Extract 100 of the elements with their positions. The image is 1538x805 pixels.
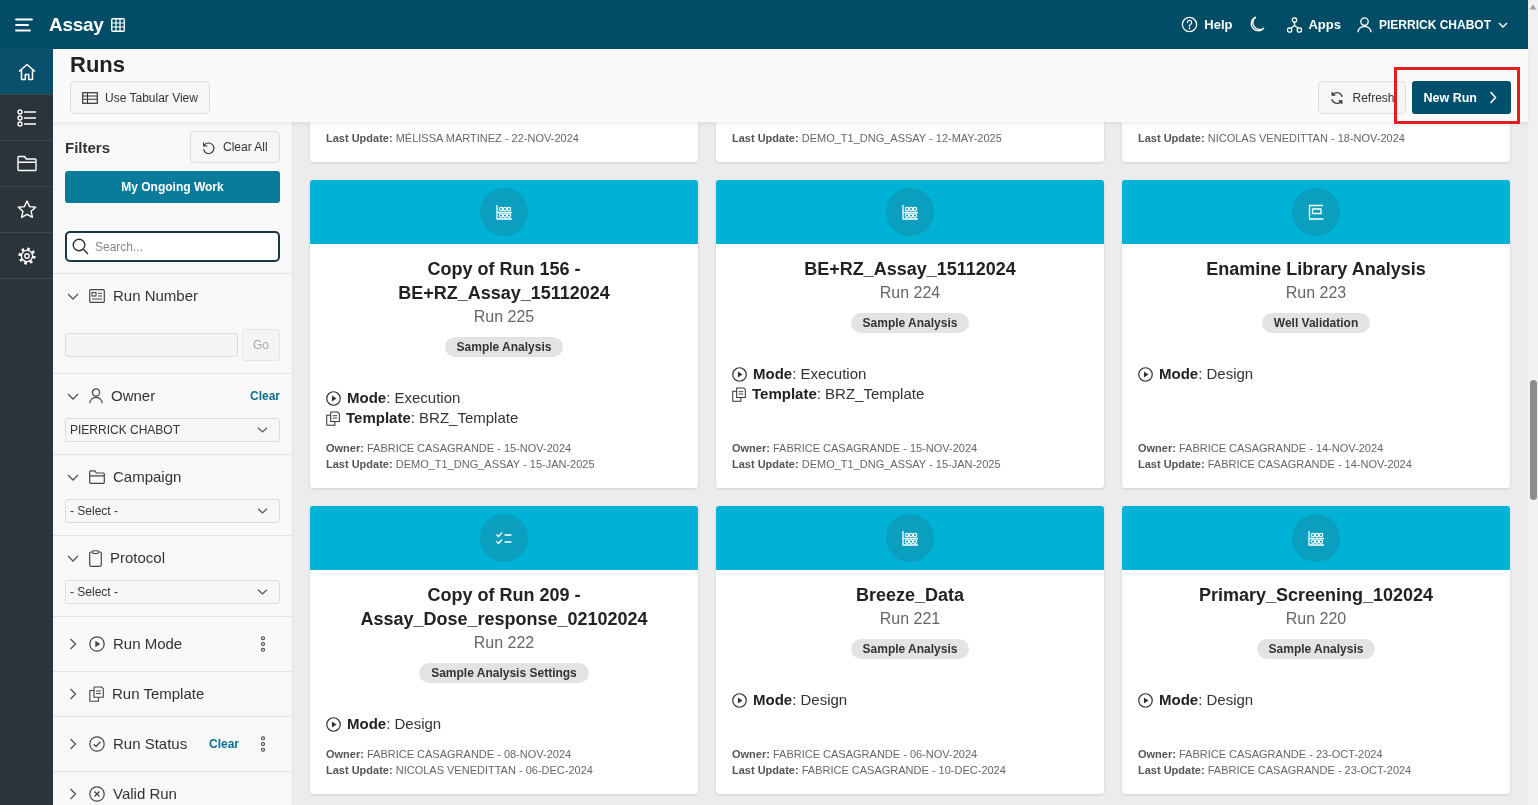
user-icon	[89, 388, 103, 404]
search-field[interactable]: Search...	[65, 231, 280, 262]
filter-section-title[interactable]: Owner	[111, 386, 156, 406]
run-mode-text: Mode: Execution	[753, 364, 867, 384]
filter-section-title[interactable]: Campaign	[113, 467, 182, 487]
chevron-down-icon	[257, 589, 268, 595]
search-icon	[72, 238, 89, 255]
scrollbar-thumb[interactable]	[1529, 380, 1537, 500]
run-type-tag: Sample Analysis	[1256, 639, 1376, 659]
dropdown-field[interactable]: - Select -	[65, 580, 280, 604]
chevron-right-icon[interactable]	[67, 738, 79, 750]
owner-text: Owner: FABRICE CASAGRANDE - 15-NOV-2024	[732, 441, 978, 456]
filters-title: Filters	[65, 138, 110, 156]
owner-text: Owner: FABRICE CASAGRANDE - 08-NOV-2024	[326, 747, 572, 762]
run-card[interactable]: Copy of Run 209 - Assay_Dose_response_02102024 Run 222 Sample Analysis Settings Mode: Design Owner: FABRICE CASAGRANDE - 08-NOV-2024 Last Update: NICOLAS VENEDITTAN - 06-DEC-2024	[310, 506, 698, 794]
filter-section-title[interactable]: Run Status	[113, 734, 188, 754]
run-title: Copy of Run 209 - Assay_Dose_response_02102024	[359, 584, 649, 631]
last-update-text: Last Update: NICOLAS VENEDITTAN - 06-DEC-2024	[326, 763, 593, 778]
last-update-text: Last Update: DEMO_T1_DNG_ASSAY - 15-JAN-2025	[732, 457, 1001, 472]
run-number-field[interactable]	[65, 333, 238, 357]
list-icon	[16, 108, 37, 127]
run-card[interactable]: Last Update: NICOLAS VENEDITTAN - 18-NOV-2024	[1122, 122, 1510, 162]
chevron-right-icon[interactable]	[67, 688, 79, 700]
run-card[interactable]: Last Update: MÉLISSA MARTINEZ - 22-NOV-2024	[310, 122, 698, 162]
refresh-icon	[1329, 89, 1346, 106]
kebab-menu-icon	[260, 636, 266, 652]
my-ongoing-work-button[interactable]: My Ongoing Work	[65, 171, 280, 203]
run-card[interactable]: BE+RZ_Assay_15112024 Run 224 Sample Analysis Mode: Execution Template: BRZ_Template Owner: FABRICE CASAGRANDE - 15-NOV-2024 Last Update: DEMO_T1_DNG_ASSAY - 15-JAN-2025	[716, 180, 1104, 488]
dropdown-field[interactable]: PIERRICK CHABOT	[65, 418, 280, 442]
filter-section-title[interactable]: Run Template	[112, 684, 205, 704]
nav-button[interactable]	[0, 49, 53, 95]
run-number: Run 224	[878, 283, 942, 303]
help-link[interactable]: Help	[1181, 16, 1233, 33]
filter-section-title[interactable]: Run Mode	[113, 634, 183, 654]
run-template-text: Template: BRZ_Template	[752, 384, 925, 404]
app-name: Assay	[49, 13, 104, 36]
chevron-down-icon[interactable]	[67, 554, 79, 562]
clear-link[interactable]: Clear	[208, 737, 239, 751]
run-number: Run 222	[472, 633, 536, 653]
run-mode-text: Mode: Design	[347, 714, 442, 734]
filter-section-title[interactable]: Run Number	[113, 286, 199, 306]
run-mode-text: Mode: Design	[753, 690, 848, 710]
run-title: BE+RZ_Assay_15112024	[803, 258, 1017, 281]
chevron-right-icon	[1489, 91, 1497, 104]
run-template-text: Template: BRZ_Template	[346, 408, 519, 428]
run-number: Run 221	[878, 609, 942, 629]
chevron-right-icon[interactable]	[67, 638, 79, 650]
run-number: Run 220	[1284, 609, 1348, 629]
dark-mode-button[interactable]	[1249, 16, 1266, 33]
last-update-text: Last Update: DEMO_T1_DNG_ASSAY - 12-MAY-2025	[732, 131, 1002, 146]
filter-section-title[interactable]: Valid Run	[113, 784, 177, 804]
chevron-down-icon[interactable]	[67, 392, 79, 400]
chevron-down-icon[interactable]	[67, 292, 79, 300]
run-card[interactable]: Primary_Screening_102024 Run 220 Sample Analysis Mode: Design Owner: FABRICE CASAGRANDE - 23-OCT-2024 Last Update: FABRICE CASAGRANDE - 23-OCT-2024	[1122, 506, 1510, 794]
clear-link[interactable]: Clear	[249, 389, 280, 403]
run-title: Breeze_Data	[854, 584, 966, 607]
help-icon	[1181, 16, 1199, 33]
chevron-down-icon[interactable]	[67, 473, 79, 481]
play-circle-icon	[732, 366, 747, 382]
run-number: Run 223	[1284, 283, 1348, 303]
play-circle-icon	[1138, 692, 1153, 708]
clear-all-button[interactable]: Clear All	[190, 131, 280, 163]
chevron-down-icon	[1498, 21, 1508, 28]
owner-text: Owner: FABRICE CASAGRANDE - 06-NOV-2024	[732, 747, 978, 762]
scrollbar-track[interactable]	[1528, 0, 1538, 805]
folder-icon	[89, 470, 105, 484]
run-title: Copy of Run 156 - BE+RZ_Assay_15112024	[397, 258, 611, 305]
last-update-text: Last Update: FABRICE CASAGRANDE - 14-NOV-2024	[1138, 457, 1412, 472]
tabular-view-button[interactable]: Use Tabular View	[70, 81, 210, 114]
run-type-tag: Sample Analysis Settings	[419, 663, 589, 683]
filter-section-title[interactable]: Protocol	[110, 548, 166, 568]
table-icon	[82, 91, 98, 104]
play-circle-icon	[89, 636, 105, 652]
run-card[interactable]: Last Update: DEMO_T1_DNG_ASSAY - 12-MAY-2025	[716, 122, 1104, 162]
chevron-down-icon	[257, 508, 268, 514]
run-card[interactable]: Enamine Library Analysis Run 223 Well Validation Mode: Design Owner: FABRICE CASAGRANDE - 14-NOV-2024 Last Update: FABRICE CASAGRANDE - 14-NOV-2024	[1122, 180, 1510, 488]
vial-rack-icon	[886, 188, 934, 236]
documents-icon	[732, 386, 746, 402]
documents-icon	[89, 686, 104, 702]
apps-link[interactable]: Apps	[1287, 16, 1341, 33]
user-menu-button[interactable]: PIERRICK CHABOT	[1357, 16, 1508, 33]
run-type-tag: Sample Analysis	[444, 337, 564, 357]
documents-icon	[326, 410, 340, 426]
run-card[interactable]: Copy of Run 156 - BE+RZ_Assay_15112024 Run 225 Sample Analysis Mode: Execution Template: BRZ_Template Owner: FABRICE CASAGRANDE - 15-NOV-2024 Last Update: DEMO_T1_DNG_ASSAY - 15-JAN-2025	[310, 180, 698, 488]
run-card[interactable]: Breeze_Data Run 221 Sample Analysis Mode: Design Owner: FABRICE CASAGRANDE - 06-NOV-2024 Last Update: FABRICE CASAGRANDE - 10-DEC-2024	[716, 506, 1104, 794]
settings-icon	[16, 245, 37, 266]
x-circle-icon	[89, 786, 105, 802]
check-circle-icon	[89, 736, 105, 752]
vial-rack-icon	[1292, 514, 1340, 562]
vial-rack-icon	[886, 514, 934, 562]
play-circle-icon	[326, 716, 341, 732]
last-update-text: Last Update: DEMO_T1_DNG_ASSAY - 15-JAN-2025	[326, 457, 595, 472]
chevron-down-icon	[257, 427, 268, 433]
chevron-right-icon[interactable]	[67, 788, 79, 800]
id-card-icon	[89, 289, 105, 303]
run-type-tag: Sample Analysis	[850, 639, 970, 659]
refresh-button[interactable]: Refresh	[1318, 81, 1406, 114]
last-update-text: Last Update: MÉLISSA MARTINEZ - 22-NOV-2024	[326, 131, 579, 146]
dropdown-field[interactable]: - Select -	[65, 499, 280, 523]
new-run-button[interactable]: New Run	[1411, 81, 1511, 114]
